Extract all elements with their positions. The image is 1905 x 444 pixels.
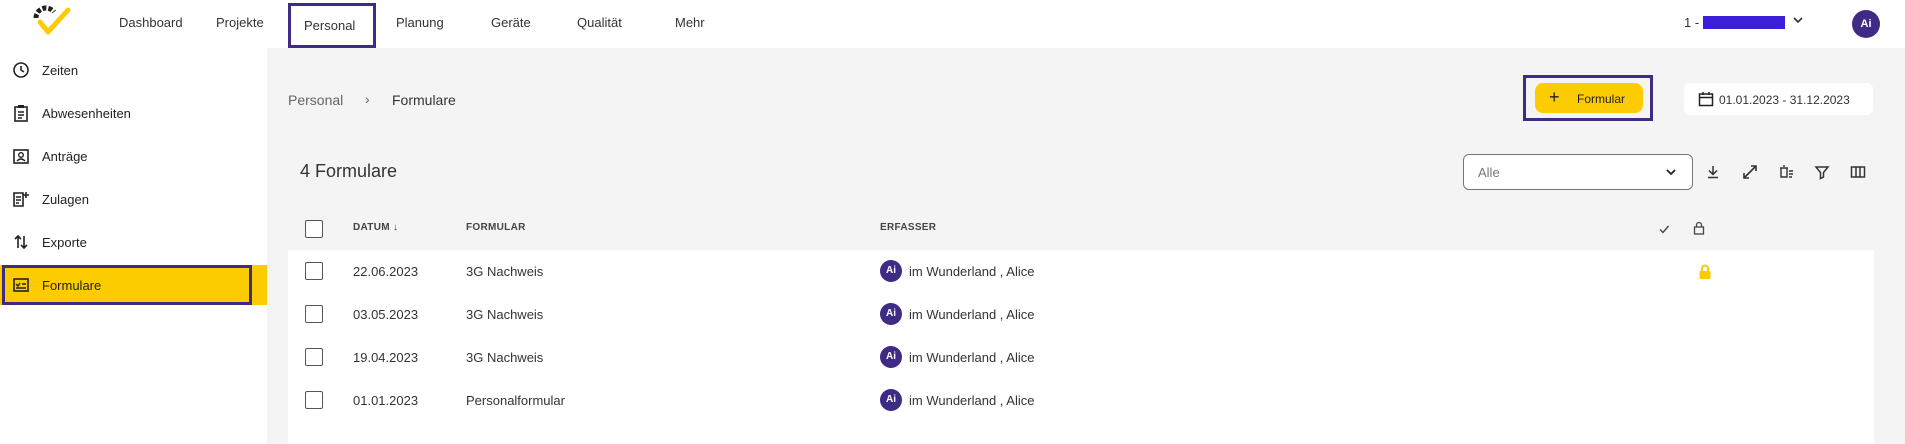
top-bar: Dashboard Projekte Personal Planung Gerä… [0, 0, 1905, 48]
row-author: im Wunderland , Alice [909, 264, 1035, 279]
sidebar-item-label: Abwesenheiten [42, 106, 131, 121]
add-form-label: Formular [1577, 92, 1626, 106]
sort-arrow-down-icon: ↓ [392, 222, 399, 233]
row-author: im Wunderland , Alice [909, 350, 1035, 365]
row-date: 19.04.2023 [353, 350, 419, 365]
filter-icon[interactable] [1813, 163, 1831, 181]
column-header-date[interactable]: DATUM ↓ [353, 222, 398, 233]
clipboard-icon [14, 105, 28, 122]
lock-icon [1699, 264, 1711, 279]
row-date: 03.05.2023 [353, 307, 419, 322]
sidebar-item-exporte[interactable]: Exporte [0, 224, 267, 260]
date-range-value: 01.01.2023 - 31.12.2023 [1719, 93, 1850, 107]
table-row[interactable]: 19.04.2023 3G Nachweis Ai im Wunderland … [288, 336, 1874, 379]
plus-icon: + [1549, 87, 1560, 107]
table-header: DATUM ↓ FORMULAR ERFASSER [288, 208, 1874, 250]
add-form-button[interactable]: + Formular [1535, 83, 1643, 113]
download-icon[interactable] [1704, 163, 1722, 181]
clear-filter-icon[interactable] [1777, 163, 1795, 181]
row-checkbox[interactable] [305, 348, 323, 366]
nav-personal[interactable]: Personal [304, 18, 355, 33]
author-avatar: Ai [880, 260, 902, 282]
sidebar-item-zulagen[interactable]: Zulagen [0, 181, 267, 217]
date-range-picker[interactable]: 01.01.2023 - 31.12.2023 [1684, 83, 1873, 115]
sidebar-item-label: Anträge [42, 149, 88, 164]
row-checkbox[interactable] [305, 305, 323, 323]
row-author: im Wunderland , Alice [909, 307, 1035, 322]
row-author: im Wunderland , Alice [909, 393, 1035, 408]
column-header-author[interactable]: ERFASSER [880, 222, 936, 233]
sidebar-item-label: Exporte [42, 235, 87, 250]
sidebar-active-highlight [2, 265, 252, 305]
author-avatar: Ai [880, 389, 902, 411]
nav-geraete[interactable]: Geräte [491, 15, 531, 30]
breadcrumb-root[interactable]: Personal [288, 92, 343, 108]
author-avatar: Ai [880, 346, 902, 368]
table-row[interactable]: 03.05.2023 3G Nachweis Ai im Wunderland … [288, 293, 1874, 336]
row-form: 3G Nachweis [466, 307, 544, 322]
column-header-date-label: DATUM [353, 222, 390, 233]
filter-select[interactable]: Alle [1463, 154, 1693, 190]
select-all-checkbox[interactable] [305, 220, 323, 238]
forms-table: DATUM ↓ FORMULAR ERFASSER 22.06.2023 3G … [288, 208, 1874, 444]
clock-icon [13, 62, 29, 78]
nav-dashboard[interactable]: Dashboard [119, 15, 183, 30]
expand-icon[interactable] [1741, 163, 1759, 181]
sidebar-item-zeiten[interactable]: Zeiten [0, 52, 267, 88]
chevron-down-icon [1666, 169, 1676, 176]
row-form: Personalformular [466, 393, 565, 408]
author-avatar: Ai [880, 303, 902, 325]
sidebar: Zeiten Abwesenheiten Anträge Zulagen Exp… [0, 48, 267, 444]
sidebar-item-label: Zulagen [42, 192, 89, 207]
sidebar-item-antraege[interactable]: Anträge [0, 138, 267, 174]
sidebar-item-abwesenheiten[interactable]: Abwesenheiten [0, 95, 267, 131]
breadcrumb-separator-icon: › [365, 91, 370, 107]
account-selector-label[interactable]: 1 - [1684, 15, 1699, 30]
list-count-title: 4 Formulare [300, 161, 398, 181]
user-avatar[interactable]: Ai [1852, 10, 1880, 38]
calendar-icon [1698, 92, 1714, 107]
lock-icon [1693, 221, 1705, 235]
row-checkbox[interactable] [305, 262, 323, 280]
row-date: 01.01.2023 [353, 393, 419, 408]
app-logo[interactable] [28, 4, 76, 40]
check-icon [1659, 225, 1670, 234]
row-date: 22.06.2023 [353, 264, 419, 279]
breadcrumb: Personal › Formulare [288, 91, 456, 108]
nav-mehr[interactable]: Mehr [675, 15, 705, 30]
nav-projekte[interactable]: Projekte [216, 15, 264, 30]
breadcrumb-current: Formulare [392, 92, 456, 108]
chevron-down-icon[interactable] [1791, 13, 1805, 27]
nav-planung[interactable]: Planung [396, 15, 444, 30]
swap-vertical-icon [14, 234, 28, 250]
columns-icon[interactable] [1849, 163, 1867, 181]
table-row[interactable]: 01.01.2023 Personalformular Ai im Wunder… [288, 379, 1874, 422]
row-form: 3G Nachweis [466, 264, 544, 279]
add-list-icon [13, 192, 29, 207]
filter-select-value: Alle [1478, 165, 1500, 180]
sidebar-item-label: Zeiten [42, 63, 79, 78]
badge-icon [13, 149, 29, 164]
row-checkbox[interactable] [305, 391, 323, 409]
row-form: 3G Nachweis [466, 350, 544, 365]
column-header-form[interactable]: FORMULAR [466, 222, 526, 233]
account-name-redacted [1703, 16, 1785, 29]
table-row[interactable]: 22.06.2023 3G Nachweis Ai im Wunderland … [288, 250, 1874, 293]
nav-qualitaet[interactable]: Qualität [577, 15, 622, 30]
